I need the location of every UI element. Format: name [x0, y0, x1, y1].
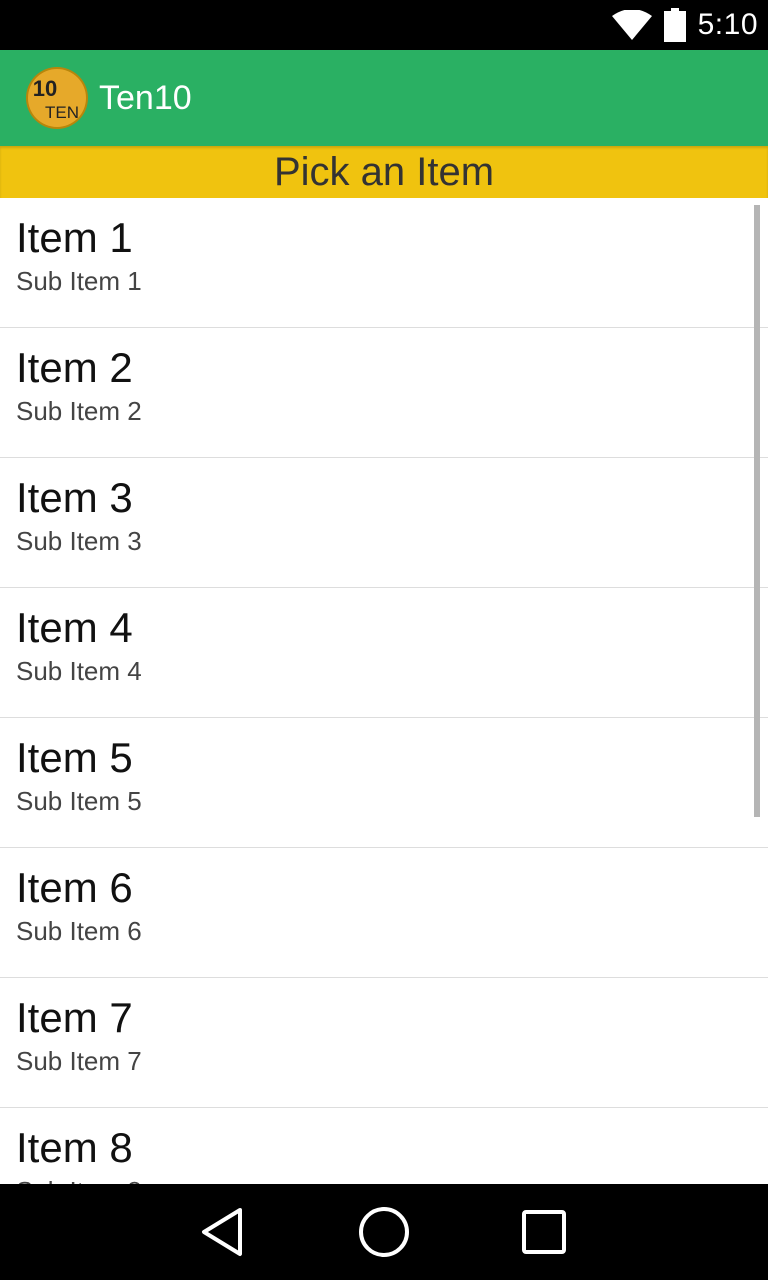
list-item[interactable]: Item 3 Sub Item 3 [0, 458, 768, 588]
header-title: Pick an Item [273, 149, 495, 194]
list-item[interactable]: Item 2 Sub Item 2 [0, 328, 768, 458]
back-button[interactable] [192, 1202, 252, 1262]
item-title: Item 5 [16, 734, 133, 781]
item-subtitle: Sub Item 8 [16, 1176, 142, 1184]
item-subtitle: Sub Item 5 [16, 786, 142, 816]
item-title: Item 7 [16, 994, 133, 1041]
item-subtitle: Sub Item 4 [16, 656, 142, 686]
home-icon [359, 1207, 409, 1257]
list-item[interactable]: Item 7 Sub Item 7 [0, 978, 768, 1108]
list-item[interactable]: Item 6 Sub Item 6 [0, 848, 768, 978]
item-subtitle: Sub Item 3 [16, 526, 142, 556]
item-subtitle: Sub Item 2 [16, 396, 142, 426]
home-button[interactable] [354, 1202, 414, 1262]
item-title: Item 6 [16, 864, 133, 911]
app-bar: 10 TEN Ten10 [0, 50, 768, 146]
nav-bar [0, 1184, 768, 1280]
item-subtitle: Sub Item 6 [16, 916, 142, 946]
app-title: Ten10 [99, 78, 192, 117]
app-logo[interactable]: 10 TEN [25, 66, 89, 130]
logo-word: TEN [45, 103, 79, 122]
list-item[interactable]: Item 4 Sub Item 4 [0, 588, 768, 718]
logo-number: 10 [33, 76, 57, 101]
list-item[interactable]: Item 1 Sub Item 1 [0, 198, 768, 328]
back-icon [202, 1208, 242, 1256]
recents-icon [522, 1210, 566, 1254]
wifi-icon [611, 10, 652, 40]
list-item[interactable]: Item 8 Sub Item 8 [0, 1108, 768, 1184]
scrollbar[interactable] [754, 205, 760, 817]
item-title: Item 1 [16, 214, 133, 261]
item-title: Item 3 [16, 474, 133, 521]
item-title: Item 2 [16, 344, 133, 391]
item-subtitle: Sub Item 7 [16, 1046, 142, 1076]
item-title: Item 4 [16, 604, 133, 651]
item-subtitle: Sub Item 1 [16, 266, 142, 296]
status-bar: 5:10 [0, 0, 768, 50]
item-title: Item 8 [16, 1124, 133, 1171]
recents-button[interactable] [514, 1202, 574, 1262]
battery-icon [663, 8, 686, 42]
status-time: 5:10 [697, 8, 758, 41]
header-bar: Pick an Item [0, 146, 768, 198]
status-icons: 5:10 [611, 0, 758, 50]
list-item[interactable]: Item 5 Sub Item 5 [0, 718, 768, 848]
item-list[interactable]: Item 1 Sub Item 1 Item 2 Sub Item 2 Item… [0, 198, 768, 1184]
